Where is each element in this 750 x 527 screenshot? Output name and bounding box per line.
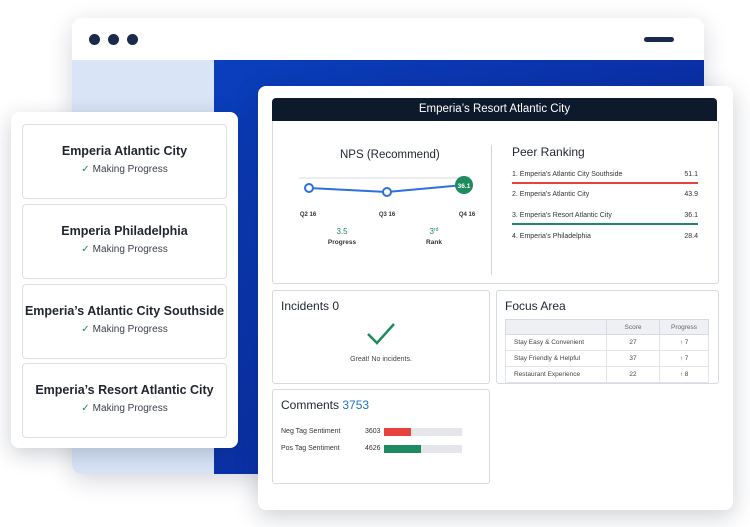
sentiment-label: Pos Tag Sentiment xyxy=(281,445,340,452)
sentiment-bar xyxy=(384,428,462,436)
location-card[interactable]: Emperia’s Resort Atlantic City ✓ Making P… xyxy=(22,363,227,438)
sentiment-label: Neg Tag Sentiment xyxy=(281,428,341,435)
progress-label: Progress xyxy=(328,239,357,246)
nps-chart: 36.1 Q2 16 Q3 16 Q4 16 3.5 Progress 3rd … xyxy=(299,176,476,246)
incidents-message: Great! No incidents. xyxy=(350,356,412,363)
table-row[interactable]: Stay Friendly & Helpful 37 ↑ 7 xyxy=(505,350,709,367)
peer-ranking-title: Peer Ranking xyxy=(512,145,585,159)
focus-progress: ↑ 7 xyxy=(659,350,709,367)
focus-progress: ↑ 8 xyxy=(659,366,709,383)
focus-label: Restaurant Experience xyxy=(505,366,607,383)
location-status-label: Making Progress xyxy=(92,164,168,175)
location-status-label: Making Progress xyxy=(92,403,168,414)
location-card[interactable]: Emperia Philadelphia ✓ Making Progress xyxy=(22,204,227,279)
sentiment-value: 3603 xyxy=(365,428,381,435)
peer-row[interactable]: 1. Emperia’s Atlantic City Southside 51.1 xyxy=(512,171,698,178)
x-tick-label: Q4 16 xyxy=(459,212,476,218)
table-header: Score xyxy=(606,319,660,335)
peer-row[interactable]: 4. Emperia’s Philadelphia 28.4 xyxy=(512,233,698,240)
table-row[interactable]: Stay Easy & Convenient 27 ↑ 7 xyxy=(505,334,709,351)
table-header xyxy=(505,319,607,335)
nps-point-q3 xyxy=(382,187,392,197)
peer-value: 28.4 xyxy=(684,233,698,240)
incidents-title: Incidents 0 xyxy=(281,299,340,313)
table-header: Progress xyxy=(659,319,709,335)
comments-title: Comments 3753 xyxy=(281,398,369,412)
rank-value: 3rd xyxy=(430,227,439,236)
rank-label: Rank xyxy=(426,239,442,246)
check-icon: ✓ xyxy=(81,244,90,255)
peer-row[interactable]: 3. Emperia’s Resort Atlantic City 36.1 xyxy=(512,212,698,219)
location-status: ✓ Making Progress xyxy=(23,403,226,414)
focus-score: 22 xyxy=(606,366,660,383)
location-name: Emperia’s Atlantic City Southside xyxy=(24,304,225,318)
location-status-label: Making Progress xyxy=(92,244,168,255)
location-status-label: Making Progress xyxy=(92,324,168,335)
dashboard-panel: Emperia’s Resort Atlantic City NPS (Reco… xyxy=(258,86,733,510)
check-icon: ✓ xyxy=(81,324,90,335)
table-row[interactable]: Restaurant Experience 22 ↑ 8 xyxy=(505,366,709,383)
browser-chrome xyxy=(72,18,704,60)
location-status: ✓ Making Progress xyxy=(23,324,226,335)
focus-progress: ↑ 7 xyxy=(659,334,709,351)
location-status: ✓ Making Progress xyxy=(23,164,226,175)
peer-label: 4. Emperia’s Philadelphia xyxy=(512,233,591,240)
incidents-section: Incidents 0 Great! No incidents. xyxy=(272,290,490,384)
location-name: Emperia Philadelphia xyxy=(61,224,188,238)
sentiment-value: 4626 xyxy=(365,445,381,452)
peer-row[interactable]: 2. Emperia’s Atlantic City 43.9 xyxy=(512,191,698,198)
dashboard-title: Emperia’s Resort Atlantic City xyxy=(272,98,717,121)
focus-area-table: Score Progress Stay Easy & Convenient 27… xyxy=(505,319,709,383)
location-name: Emperia’s Resort Atlantic City xyxy=(35,383,214,397)
section-divider xyxy=(491,145,492,275)
nps-end-label: 36.1 xyxy=(458,183,471,190)
focus-label: Stay Easy & Convenient xyxy=(505,334,607,351)
location-card[interactable]: Emperia Atlantic City ✓ Making Progress xyxy=(22,124,227,199)
sentiment-bar-fill xyxy=(384,445,422,453)
x-tick-label: Q3 16 xyxy=(379,212,396,218)
location-list-panel: Emperia Atlantic City ✓ Making Progress E… xyxy=(11,112,238,448)
check-icon: ✓ xyxy=(81,403,90,414)
peer-highlight-line xyxy=(512,182,698,184)
focus-area-section: Focus Area Score Progress Stay Easy & Co… xyxy=(496,290,719,384)
peer-value: 36.1 xyxy=(684,212,698,219)
focus-area-title: Focus Area xyxy=(505,299,566,313)
location-card[interactable]: Emperia’s Atlantic City Southside ✓ Makin… xyxy=(22,284,227,359)
peer-label: 3. Emperia’s Resort Atlantic City xyxy=(512,212,612,219)
window-dot-1[interactable] xyxy=(89,34,100,45)
peer-label: 1. Emperia’s Atlantic City Southside xyxy=(512,171,623,178)
big-check-icon xyxy=(367,323,395,345)
focus-score: 37 xyxy=(606,350,660,367)
comments-label: Comments xyxy=(281,398,340,412)
location-name: Emperia Atlantic City xyxy=(61,144,188,158)
peer-highlight-line xyxy=(512,223,698,225)
peer-value: 51.1 xyxy=(684,171,698,178)
check-icon: ✓ xyxy=(81,164,90,175)
peer-value: 43.9 xyxy=(684,191,698,198)
location-status: ✓ Making Progress xyxy=(23,244,226,255)
focus-label: Stay Friendly & Helpful xyxy=(505,350,607,367)
focus-score: 27 xyxy=(606,334,660,351)
window-dot-3[interactable] xyxy=(127,34,138,45)
sentiment-bar xyxy=(384,445,462,453)
nps-point-q2 xyxy=(304,183,314,193)
progress-value: 3.5 xyxy=(336,227,348,236)
nps-section: NPS (Recommend) 36.1 Q2 16 Q3 16 Q4 16 3… xyxy=(272,121,719,284)
window-dot-2[interactable] xyxy=(108,34,119,45)
comments-count[interactable]: 3753 xyxy=(342,398,369,412)
menu-icon[interactable] xyxy=(644,37,674,42)
rank-suffix: rd xyxy=(434,227,439,233)
peer-label: 2. Emperia’s Atlantic City xyxy=(512,191,590,198)
x-tick-label: Q2 16 xyxy=(300,212,317,218)
comments-section: Comments 3753 Neg Tag Sentiment 3603 Pos… xyxy=(272,389,490,484)
sentiment-bar-fill xyxy=(384,428,411,436)
